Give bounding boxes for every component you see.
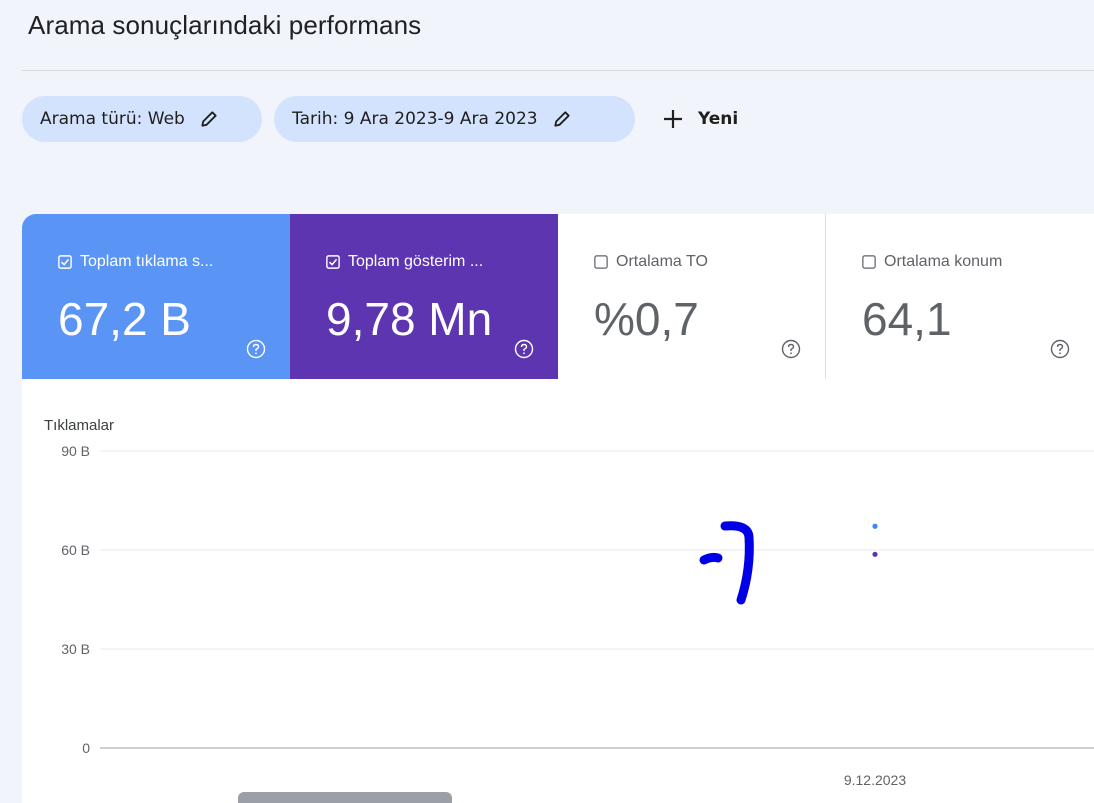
hand-drawn-annotation <box>699 521 754 605</box>
y-tick-label: 30 B <box>61 641 90 657</box>
x-tick-label: 9.12.2023 <box>844 772 906 788</box>
help-icon[interactable] <box>246 339 266 359</box>
y-tick-label: 90 B <box>61 443 90 459</box>
new-filter-label: Yeni <box>698 109 739 129</box>
metric-header: Ortalama TO <box>594 253 708 271</box>
checkbox-checked-icon[interactable] <box>326 255 340 269</box>
y-tick-label: 60 B <box>61 542 90 558</box>
metric-label: Ortalama konum <box>884 253 1003 270</box>
metric-card-average-position[interactable]: Ortalama konum 64,1 <box>826 214 1094 379</box>
checkbox-checked-icon[interactable] <box>58 255 72 269</box>
chart-gridlines <box>100 450 1094 749</box>
metric-label: Ortalama TO <box>616 253 708 270</box>
data-point[interactable] <box>872 551 878 557</box>
pencil-icon <box>201 111 217 127</box>
metric-value: %0,7 <box>594 293 699 345</box>
metric-card-total-clicks[interactable]: Toplam tıklama s... 67,2 B <box>22 214 290 379</box>
chart-ticks: 90 B 60 B 30 B 0 9.12.2023 <box>61 443 906 788</box>
metric-card-total-impressions[interactable]: Toplam gösterim ... 9,78 Mn <box>290 214 558 379</box>
chart-points <box>872 523 878 557</box>
search-type-filter-label: Arama türü: Web <box>40 109 185 129</box>
search-type-filter-chip[interactable]: Arama türü: Web <box>22 96 262 142</box>
new-filter-button[interactable]: Yeni <box>662 100 738 138</box>
checkbox-unchecked-icon[interactable] <box>594 255 608 269</box>
help-icon[interactable] <box>514 339 534 359</box>
title-divider <box>22 70 1094 71</box>
plus-icon <box>664 110 682 128</box>
date-filter-label: Tarih: 9 Ara 2023-9 Ara 2023 <box>292 109 538 129</box>
pencil-icon <box>554 111 570 127</box>
metric-header: Ortalama konum <box>862 253 1002 271</box>
page-title: Arama sonuçlarındaki performans <box>28 10 422 40</box>
chart-panel: Tıklamalar 90 B 60 B 30 B 0 9.12.2023 <box>22 379 1094 803</box>
checkbox-unchecked-icon[interactable] <box>862 255 876 269</box>
y-axis-label: Tıklamalar <box>44 417 114 434</box>
metric-label: Toplam tıklama s... <box>80 253 214 270</box>
metric-value: 9,78 Mn <box>326 293 493 345</box>
metric-value: 64,1 <box>862 293 952 345</box>
metric-header: Toplam gösterim ... <box>326 253 483 271</box>
y-tick-label: 0 <box>82 740 90 756</box>
metric-value: 67,2 B <box>58 293 191 345</box>
metric-cards: Toplam tıklama s... 67,2 B Toplam göster… <box>22 214 1094 379</box>
metric-header: Toplam tıklama s... <box>58 253 213 271</box>
date-filter-chip[interactable]: Tarih: 9 Ara 2023-9 Ara 2023 <box>274 96 635 142</box>
help-icon[interactable] <box>781 339 801 359</box>
metric-label: Toplam gösterim ... <box>348 253 484 270</box>
help-icon[interactable] <box>1050 339 1070 359</box>
metric-card-average-ctr[interactable]: Ortalama TO %0,7 <box>558 214 826 379</box>
clicks-chart: Tıklamalar 90 B 60 B 30 B 0 9.12.2023 <box>44 417 1094 788</box>
bottom-floating-tab[interactable] <box>238 792 452 803</box>
data-point[interactable] <box>872 523 878 529</box>
